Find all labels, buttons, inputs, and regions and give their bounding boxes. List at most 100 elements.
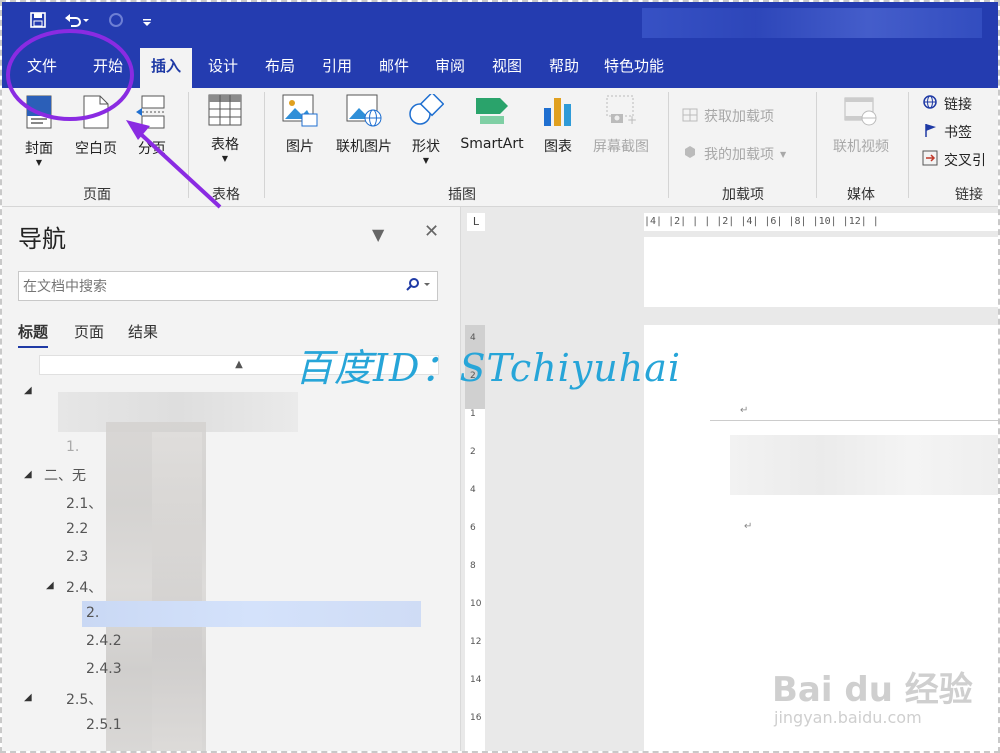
table-button[interactable]: 表格 ▼ <box>202 94 248 163</box>
chevron-down-icon: ▼ <box>35 158 43 167</box>
screenshot-label: 屏幕截图 <box>593 139 649 155</box>
cross-reference-button[interactable]: 交叉引 <box>922 150 986 170</box>
my-addins-button[interactable]: 我的加载项 ▼ <box>682 144 786 164</box>
cross-reference-icon <box>922 150 938 170</box>
page-top[interactable] <box>644 237 998 307</box>
online-picture-button[interactable]: 联机图片 <box>330 94 398 156</box>
pages-group-label: 页面 <box>83 187 111 203</box>
online-picture-icon <box>330 94 398 132</box>
expand-triangle-icon[interactable]: ◢ <box>24 692 32 703</box>
blurred-text <box>730 435 998 495</box>
table-label: 表格 <box>211 137 239 153</box>
picture-button[interactable]: 图片 <box>276 94 324 156</box>
ruler-number: 10 <box>470 599 482 609</box>
expand-triangle-icon[interactable]: ◢ <box>24 469 32 480</box>
search-icon[interactable] <box>405 277 431 297</box>
chart-label: 图表 <box>544 139 572 155</box>
link-button[interactable]: 链接 <box>922 94 972 114</box>
save-icon[interactable] <box>30 12 46 32</box>
get-addins-button[interactable]: 获取加载项 <box>682 106 774 126</box>
separator <box>264 92 265 198</box>
chart-button[interactable]: 图表 <box>536 94 580 156</box>
redo-icon[interactable] <box>108 12 124 32</box>
online-video-button[interactable]: 联机视频 <box>828 94 894 156</box>
customize-qat-icon[interactable] <box>142 13 152 32</box>
title-bar <box>2 2 998 48</box>
blurred-heading <box>152 432 202 751</box>
my-addins-label: 我的加载项 <box>704 147 774 163</box>
chart-icon <box>536 94 580 132</box>
cover-page-button[interactable]: 封面 ▼ <box>16 94 62 167</box>
expand-triangle-icon[interactable]: ◢ <box>46 580 54 591</box>
separator <box>188 92 189 198</box>
nav-search <box>18 271 438 302</box>
selected-heading[interactable] <box>82 601 421 627</box>
tab-references[interactable]: 引用 <box>311 48 363 88</box>
baidu-url: jingyan.baidu.com <box>774 708 922 727</box>
ruler-number: 8 <box>470 561 476 571</box>
paragraph-mark: ↵ <box>740 405 749 416</box>
tab-special-features[interactable]: 特色功能 <box>598 48 670 88</box>
video-icon <box>828 94 894 132</box>
chevron-down-icon: ▼ <box>780 149 787 159</box>
heading-item[interactable]: 2.3 <box>66 549 88 565</box>
tab-selector[interactable]: L <box>467 213 485 231</box>
expand-triangle-icon[interactable]: ◢ <box>24 385 32 396</box>
ruler-number: 14 <box>470 675 482 685</box>
nav-tab-results[interactable]: 结果 <box>128 321 158 342</box>
margin-line <box>710 420 998 421</box>
heading-item[interactable]: 1. <box>66 439 79 455</box>
online-picture-label: 联机图片 <box>336 139 392 155</box>
page-break-button[interactable]: 分页 <box>130 94 174 158</box>
heading-item[interactable]: 2.4、 <box>66 577 102 597</box>
tab-mailings[interactable]: 邮件 <box>368 48 420 88</box>
ruler-number: 1 <box>470 409 476 419</box>
ruler-number: 16 <box>470 713 482 723</box>
smartart-icon <box>456 94 528 132</box>
nav-tab-headings[interactable]: 标题 <box>18 321 49 348</box>
tab-insert[interactable]: 插入 <box>140 48 192 88</box>
link-label: 链接 <box>944 97 972 113</box>
media-group-label: 媒体 <box>847 187 875 203</box>
page-break-label: 分页 <box>138 141 166 157</box>
watermark-text: 百度ID：STchiyuhai <box>295 346 682 390</box>
tab-file[interactable]: 文件 <box>16 48 68 88</box>
heading-item[interactable]: 二、无 <box>44 465 86 485</box>
blurred-title <box>642 8 982 38</box>
links-group-label: 链接 <box>955 187 983 203</box>
search-input[interactable] <box>19 272 385 302</box>
picture-icon <box>276 94 324 132</box>
heading-item[interactable]: 2.5、 <box>66 689 102 709</box>
tab-view[interactable]: 视图 <box>481 48 533 88</box>
heading-item[interactable]: 2.2 <box>66 521 88 537</box>
illustrations-group-label: 插图 <box>448 187 476 203</box>
heading-item[interactable]: 2.1、 <box>66 493 102 513</box>
chevron-down-icon[interactable]: ▼ <box>372 225 384 244</box>
shapes-button[interactable]: 形状 ▼ <box>404 91 448 165</box>
heading-item[interactable]: 2.4.3 <box>86 661 122 677</box>
tab-layout[interactable]: 布局 <box>254 48 306 88</box>
smartart-button[interactable]: SmartArt <box>456 94 528 152</box>
close-icon[interactable]: ✕ <box>424 221 439 242</box>
horizontal-ruler[interactable]: |4| |2| | | |2| |4| |6| |8| |10| |12| | <box>644 213 998 231</box>
tab-help[interactable]: 帮助 <box>538 48 590 88</box>
bookmark-button[interactable]: 书签 <box>922 122 972 142</box>
heading-item[interactable]: 2.5.1 <box>86 717 122 733</box>
screenshot-button[interactable]: + 屏幕截图 <box>588 94 654 156</box>
paragraph-mark: ↵ <box>744 521 753 532</box>
undo-icon[interactable] <box>64 12 90 32</box>
quick-access-toolbar <box>30 12 152 32</box>
ruler-number: 6 <box>470 523 476 533</box>
chevron-down-icon: ▼ <box>422 156 430 165</box>
blank-page-button[interactable]: 空白页 <box>70 94 122 158</box>
heading-item[interactable]: 2.4.2 <box>86 633 122 649</box>
tab-design[interactable]: 设计 <box>197 48 249 88</box>
nav-tab-pages[interactable]: 页面 <box>74 321 104 342</box>
tab-review[interactable]: 审阅 <box>424 48 476 88</box>
separator <box>816 92 817 198</box>
nav-title: 导航 <box>18 225 66 253</box>
cross-reference-label: 交叉引 <box>944 153 986 169</box>
ribbon-tabs: 文件 开始 插入 设计 布局 引用 邮件 审阅 视图 帮助 特色功能 <box>2 48 998 88</box>
heading-item[interactable]: 2. <box>86 605 99 621</box>
tab-home[interactable]: 开始 <box>82 48 134 88</box>
